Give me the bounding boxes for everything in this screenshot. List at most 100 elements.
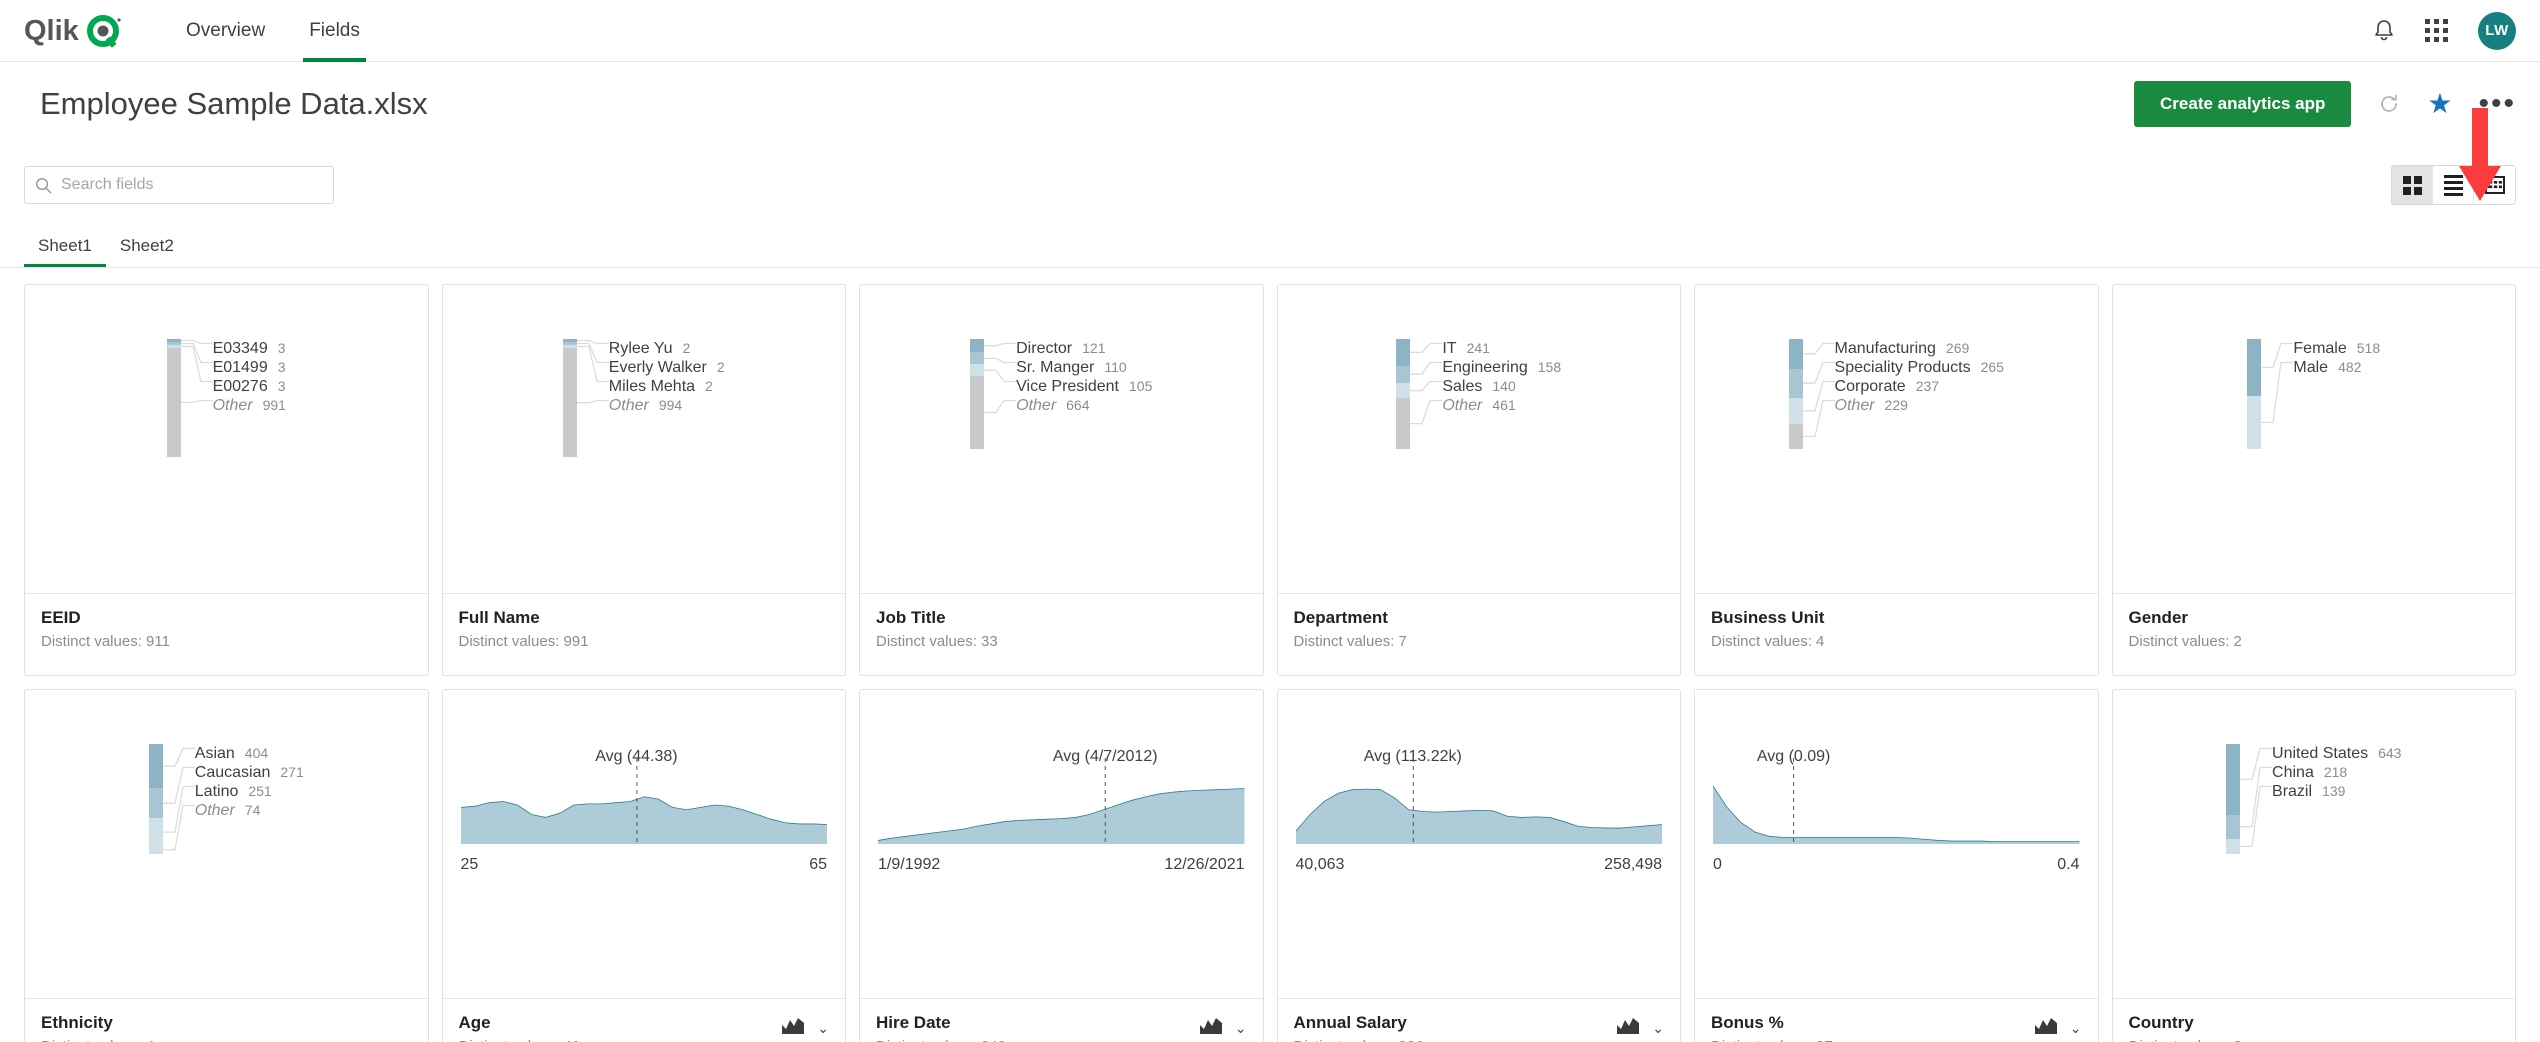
field-card[interactable]: Female 518 Male 482 Gender Distinct values: 2 bbox=[2111, 284, 2516, 676]
category-row[interactable]: Other 461 bbox=[1442, 396, 1561, 415]
field-card[interactable]: Avg (113.22k)40,063258,498Annual SalaryD… bbox=[1276, 689, 1681, 1042]
chevron-down-icon[interactable]: ⌄ bbox=[1235, 1021, 1247, 1035]
category-row[interactable]: Rylee Yu 2 bbox=[609, 339, 725, 358]
category-row[interactable]: Engineering 158 bbox=[1442, 358, 1561, 377]
chevron-down-icon[interactable]: ⌄ bbox=[2070, 1021, 2082, 1035]
qlik-logo[interactable]: Qlik bbox=[24, 14, 124, 48]
chart-type-icon[interactable] bbox=[782, 1016, 805, 1039]
area-chart[interactable] bbox=[1295, 772, 1662, 844]
area-chart[interactable] bbox=[460, 772, 827, 844]
category-row[interactable]: Other 664 bbox=[1016, 396, 1152, 415]
field-card[interactable]: United States 643 China 218 Brazil 139 Country… bbox=[2111, 689, 2516, 1042]
refresh-icon[interactable] bbox=[2377, 92, 2401, 116]
category-row[interactable]: E03349 3 bbox=[213, 339, 286, 358]
stacked-bar-segment[interactable] bbox=[2226, 838, 2241, 854]
stacked-bar-segment[interactable] bbox=[148, 744, 163, 789]
category-row[interactable]: Brazil 139 bbox=[2272, 782, 2401, 801]
category-row[interactable]: United States 643 bbox=[2272, 744, 2401, 763]
star-icon[interactable]: ★ bbox=[2427, 90, 2452, 118]
category-row[interactable]: Male 482 bbox=[2293, 358, 2380, 377]
more-options-icon[interactable]: ••• bbox=[2478, 89, 2516, 119]
stacked-bar-segment[interactable] bbox=[148, 818, 163, 846]
field-card[interactable]: Avg (0.09)00.4Bonus %Distinct values: 37… bbox=[1694, 689, 2099, 1042]
stacked-bar-segment[interactable] bbox=[1788, 368, 1803, 398]
create-analytics-app-button[interactable]: Create analytics app bbox=[2134, 81, 2352, 127]
stacked-bar-segment[interactable] bbox=[1396, 398, 1411, 449]
category-row[interactable]: Other 229 bbox=[1835, 396, 2004, 415]
stacked-bar-segment[interactable] bbox=[2226, 814, 2241, 839]
field-card[interactable]: IT 241 Engineering 158 Sales 140 Other 461 Depar… bbox=[1276, 284, 1681, 676]
stacked-bar-segment[interactable] bbox=[166, 348, 181, 457]
stacked-bar-segment[interactable] bbox=[148, 845, 163, 854]
stacked-bar-segment[interactable] bbox=[562, 348, 577, 458]
stacked-bar-segment[interactable] bbox=[148, 788, 163, 819]
stacked-bar-segment[interactable] bbox=[1396, 339, 1411, 366]
search-field-container[interactable] bbox=[24, 166, 334, 204]
stacked-bar-segment[interactable] bbox=[970, 352, 985, 365]
bell-icon[interactable] bbox=[2373, 19, 2395, 43]
category-row[interactable]: Latino 251 bbox=[195, 782, 304, 801]
category-row[interactable]: E01499 3 bbox=[213, 358, 286, 377]
category-row[interactable]: Asian 404 bbox=[195, 744, 304, 763]
stacked-bar-segment[interactable] bbox=[1788, 339, 1803, 369]
category-row[interactable]: Female 518 bbox=[2293, 339, 2380, 358]
category-row[interactable]: Speciality Products 265 bbox=[1835, 358, 2004, 377]
field-card[interactable]: Manufacturing 269 Speciality Products 265 Co… bbox=[1694, 284, 2099, 676]
category-row[interactable]: Other 994 bbox=[609, 396, 725, 415]
stacked-bar-segment[interactable] bbox=[2226, 744, 2241, 815]
category-row[interactable]: Corporate 237 bbox=[1835, 377, 2004, 396]
stacked-bar-segment[interactable] bbox=[1396, 382, 1411, 399]
category-row[interactable]: Director 121 bbox=[1016, 339, 1152, 358]
category-row[interactable]: China 218 bbox=[2272, 763, 2401, 782]
categorical-distribution-chart: United States 643 China 218 Brazil 139 bbox=[2113, 744, 2516, 854]
category-row[interactable]: IT 241 bbox=[1442, 339, 1561, 358]
category-row[interactable]: E00276 3 bbox=[213, 377, 286, 396]
nav-item-fields[interactable]: Fields bbox=[287, 0, 382, 62]
field-card[interactable]: E03349 3 E01499 3 E00276 3 Other 991 EEID Distinc… bbox=[24, 284, 429, 676]
avatar[interactable]: LW bbox=[2478, 11, 2516, 50]
category-row[interactable]: Other 991 bbox=[213, 396, 286, 415]
nav-item-overview[interactable]: Overview bbox=[164, 0, 287, 62]
category-row[interactable]: Other 74 bbox=[195, 801, 304, 820]
category-row[interactable]: Everly Walker 2 bbox=[609, 358, 725, 377]
stacked-bar-segment[interactable] bbox=[970, 339, 985, 353]
grid-view-button[interactable] bbox=[2392, 166, 2433, 204]
chart-type-icon[interactable] bbox=[1199, 1016, 1222, 1039]
area-chart[interactable] bbox=[878, 772, 1245, 844]
category-row[interactable]: Manufacturing 269 bbox=[1835, 339, 2004, 358]
chart-type-icon[interactable] bbox=[2034, 1016, 2057, 1039]
stacked-bar-segment[interactable] bbox=[1788, 397, 1803, 424]
leader-lines bbox=[180, 339, 213, 404]
category-row[interactable]: Caucasian 271 bbox=[195, 763, 304, 782]
stacked-bar-segment[interactable] bbox=[2247, 395, 2262, 449]
category-row[interactable]: Sr. Manger 110 bbox=[1016, 358, 1152, 377]
field-card-visualization: Female 518 Male 482 bbox=[2113, 285, 2516, 593]
chart-type-icon[interactable] bbox=[1617, 1016, 1640, 1039]
category-label: Corporate bbox=[1834, 378, 1906, 395]
apps-grid-icon[interactable] bbox=[2425, 19, 2448, 42]
category-row[interactable]: Vice President 105 bbox=[1016, 377, 1152, 396]
chevron-down-icon[interactable]: ⌄ bbox=[817, 1021, 829, 1035]
field-card[interactable]: Director 121 Sr. Manger 110 Vice President 10… bbox=[859, 284, 1264, 676]
chevron-down-icon[interactable]: ⌄ bbox=[1652, 1021, 1664, 1035]
area-chart[interactable] bbox=[1713, 772, 2080, 844]
category-label: Everly Walker bbox=[608, 359, 707, 376]
stacked-bar-segment[interactable] bbox=[1396, 365, 1411, 383]
list-view-button[interactable] bbox=[2433, 166, 2474, 204]
field-card[interactable]: Asian 404 Caucasian 271 Latino 251 Other 74 Ethn… bbox=[24, 689, 429, 1042]
search-input[interactable] bbox=[61, 176, 323, 194]
stacked-bar-segment[interactable] bbox=[2247, 339, 2262, 396]
sheet-tab-sheet1[interactable]: Sheet1 bbox=[24, 236, 106, 267]
category-label-list: Manufacturing 269 Speciality Products 265 Co… bbox=[1835, 339, 2004, 415]
sheet-tab-sheet2[interactable]: Sheet2 bbox=[106, 236, 188, 267]
category-row[interactable]: Miles Mehta 2 bbox=[609, 377, 725, 396]
table-view-button[interactable] bbox=[2474, 166, 2515, 204]
field-card[interactable]: Rylee Yu 2 Everly Walker 2 Miles Mehta 2 Other… bbox=[441, 284, 846, 676]
category-label: Vice President bbox=[1016, 378, 1119, 395]
field-card[interactable]: Avg (44.38)2565AgeDistinct values: 41⌄ bbox=[441, 689, 846, 1042]
field-card[interactable]: Avg (4/7/2012) 1/9/1992 12/26/2021 Hire Dat… bbox=[859, 689, 1264, 1042]
category-row[interactable]: Sales 140 bbox=[1442, 377, 1561, 396]
stacked-bar-segment[interactable] bbox=[970, 364, 985, 376]
stacked-bar-segment[interactable] bbox=[970, 375, 985, 449]
stacked-bar-segment[interactable] bbox=[1788, 423, 1803, 449]
